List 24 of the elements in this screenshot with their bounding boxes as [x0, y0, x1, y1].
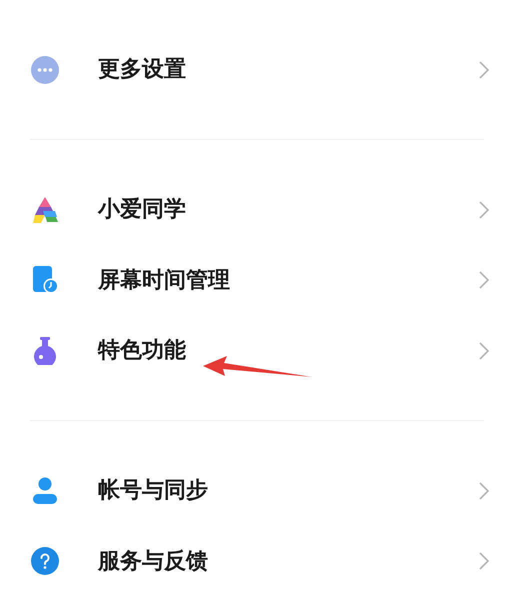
row-label: 更多设置 — [98, 56, 186, 84]
settings-row[interactable]: 特色功能 — [0, 320, 514, 382]
settings-row[interactable]: 小爱同学 — [0, 178, 514, 240]
chevron-icon — [479, 482, 489, 500]
row-label: 特色功能 — [98, 337, 186, 365]
chevron-icon — [479, 271, 489, 289]
row-label: 小爱同学 — [98, 196, 186, 224]
chevron-icon — [479, 200, 489, 218]
chevron-icon — [479, 60, 489, 78]
flask-icon — [32, 336, 58, 364]
phone-clock-icon — [31, 266, 59, 294]
assistant-logo-icon — [31, 196, 59, 222]
settings-row[interactable]: 屏幕时间管理 — [0, 249, 514, 311]
row-label: 帐号与同步 — [98, 477, 208, 505]
settings-row[interactable]: 帐号与同步 — [0, 460, 514, 522]
help-icon — [31, 547, 59, 575]
settings-row[interactable]: 服务与反馈 — [0, 530, 514, 592]
row-label: 服务与反馈 — [98, 548, 208, 576]
row-label: 屏幕时间管理 — [98, 266, 230, 294]
chevron-icon — [479, 342, 489, 360]
chevron-icon — [479, 552, 489, 570]
person-icon — [31, 476, 59, 504]
more-icon — [31, 56, 59, 84]
settings-row[interactable]: 更多设置 — [0, 38, 514, 100]
